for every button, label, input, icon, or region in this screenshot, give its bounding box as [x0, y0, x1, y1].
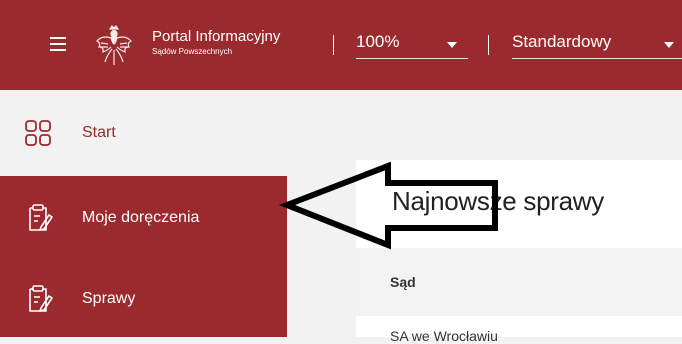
- chevron-down-icon: [664, 42, 674, 48]
- zoom-value: 100%: [356, 32, 400, 51]
- sidebar-item-start[interactable]: Start: [0, 90, 287, 176]
- chevron-down-icon: [447, 42, 457, 48]
- separator: [333, 35, 334, 55]
- brand[interactable]: Portal Informacyjny Sądów Powszechnych: [152, 28, 280, 58]
- hamburger-menu-icon[interactable]: [50, 37, 66, 51]
- sidebar-item-moje-doreczenia[interactable]: Moje doręczenia: [0, 176, 287, 260]
- table-header: Sąd: [356, 248, 682, 316]
- theme-select[interactable]: Standardowy: [512, 30, 682, 59]
- sidebar-item-label: Moje doręczenia: [82, 209, 200, 226]
- polish-eagle-emblem-icon: [96, 25, 132, 65]
- sidebar-item-sprawy[interactable]: Sprawy: [0, 260, 287, 337]
- table-row[interactable]: SA we Wrocławiu: [390, 328, 498, 344]
- zoom-select[interactable]: 100%: [356, 30, 468, 59]
- column-header-court[interactable]: Sąd: [390, 274, 416, 290]
- clipboard-edit-icon: [29, 204, 53, 231]
- latest-cases-panel: Najnowsze sprawy Sąd SA we Wrocławiu: [356, 160, 682, 344]
- clipboard-edit-icon: [29, 284, 53, 312]
- top-bar: Portal Informacyjny Sądów Powszechnych 1…: [0, 0, 682, 90]
- sidebar-item-label: Sprawy: [82, 289, 136, 307]
- sidebar-item-label: Start: [82, 124, 116, 141]
- theme-value: Standardowy: [512, 32, 612, 51]
- brand-subtitle: Sądów Powszechnych: [152, 47, 233, 56]
- brand-title: Portal Informacyjny: [152, 28, 281, 45]
- panel-title: Najnowsze sprawy: [392, 186, 604, 216]
- separator: [488, 35, 489, 55]
- grid-icon: [25, 120, 51, 146]
